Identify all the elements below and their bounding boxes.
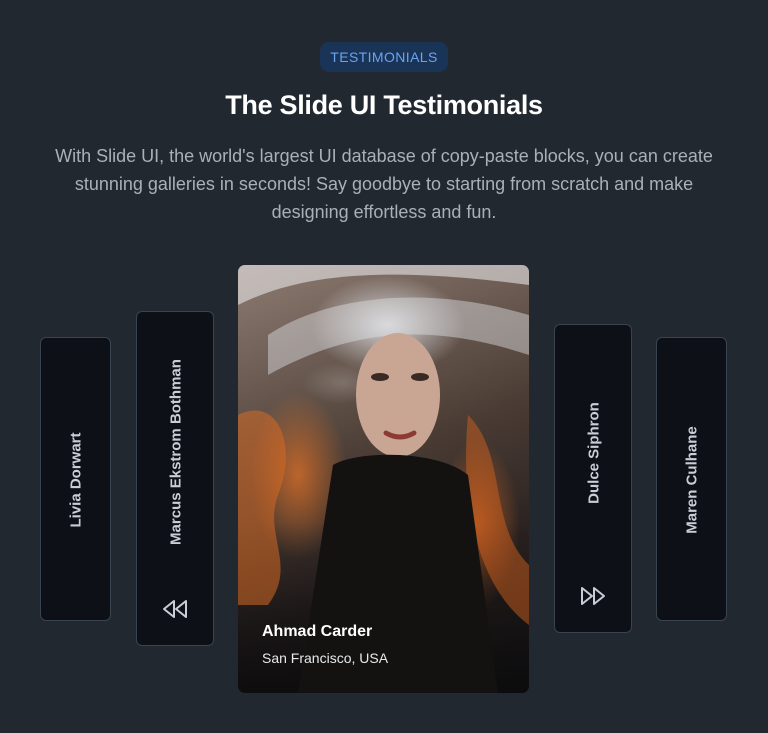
featured-testimonial-card[interactable]: Ahmad Carder San Francisco, USA xyxy=(238,265,529,693)
card-name: Marcus Ekstrom Bothman xyxy=(167,359,185,545)
featured-name: Ahmad Carder xyxy=(262,623,373,640)
rewind-icon[interactable] xyxy=(161,598,189,620)
section-badge: TESTIMONIALS xyxy=(320,42,448,72)
card-name: Maren Culhane xyxy=(683,426,701,534)
featured-location: San Francisco, USA xyxy=(262,650,389,666)
testimonial-card-marcus[interactable]: Marcus Ekstrom Bothman xyxy=(136,311,214,646)
testimonial-card-dulce[interactable]: Dulce Siphron xyxy=(554,324,632,633)
section-description: With Slide UI, the world's largest UI da… xyxy=(55,146,713,222)
card-name: Livia Dorwart xyxy=(67,432,85,528)
testimonial-card-maren[interactable]: Maren Culhane xyxy=(656,337,727,621)
fast-forward-icon[interactable] xyxy=(579,585,607,607)
card-name: Dulce Siphron xyxy=(585,402,603,504)
testimonial-card-livia[interactable]: Livia Dorwart xyxy=(40,337,111,621)
page-title: The Slide UI Testimonials xyxy=(225,90,543,120)
